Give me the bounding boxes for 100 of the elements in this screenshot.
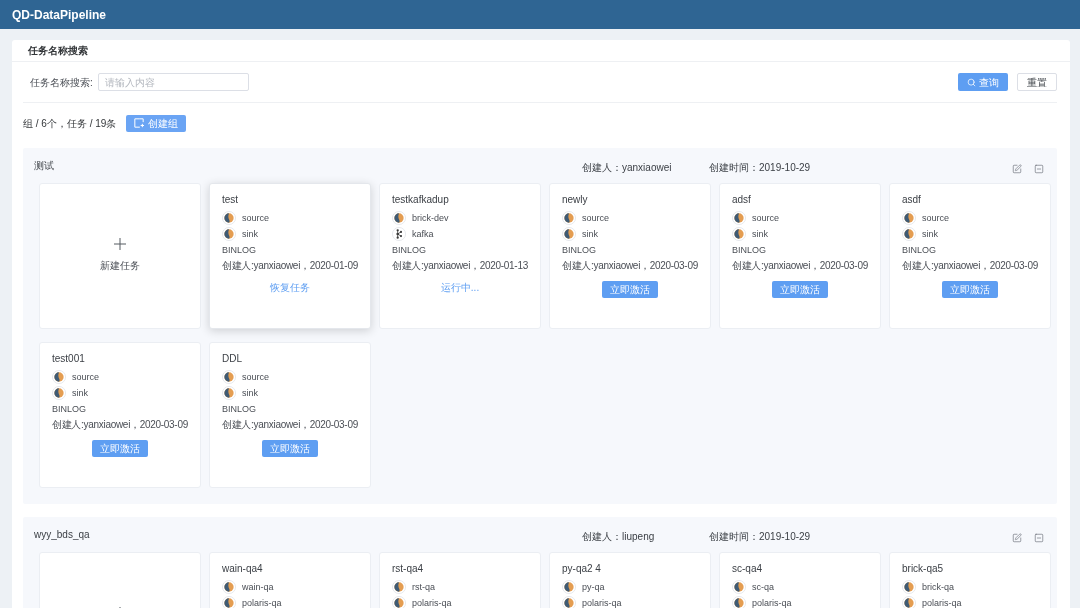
- endpoint-name: sc-qa: [752, 581, 774, 593]
- task-card[interactable]: adsf source sink BINLOG 创建人:yanxiaowei，2020-03-09 立即激活: [719, 183, 881, 329]
- task-name: testkafkadup: [392, 194, 449, 206]
- add-square-icon: [134, 118, 145, 128]
- endpoint-name: kafka: [412, 228, 434, 240]
- sync-type: BINLOG: [902, 244, 936, 257]
- creator-info: 创建人:yanxiaowei，2020-01-09: [222, 259, 358, 273]
- endpoint-name: sink: [242, 387, 258, 399]
- swirl-logo-icon: [902, 596, 916, 608]
- swirl-logo-icon: [732, 227, 746, 241]
- sync-type: BINLOG: [732, 244, 766, 257]
- endpoint-name: brick-qa: [922, 581, 954, 593]
- endpoint-name: rst-qa: [412, 581, 435, 593]
- node-graph-icon: [392, 227, 406, 241]
- sync-type: BINLOG: [392, 244, 426, 257]
- swirl-logo-icon: [732, 596, 746, 608]
- endpoint-name: brick-dev: [412, 212, 449, 224]
- swirl-logo-icon: [562, 211, 576, 225]
- task-card[interactable]: test001 source sink BINLOG 创建人:yanxiaowei，2020-03-09 立即激活: [39, 342, 201, 488]
- endpoint-name: source: [922, 212, 949, 224]
- endpoint-name: py-qa: [582, 581, 605, 593]
- sync-type: BINLOG: [222, 403, 256, 416]
- endpoint-name: polaris-qa: [412, 597, 452, 608]
- task-name: asdf: [902, 194, 921, 206]
- endpoint-name: polaris-qa: [922, 597, 962, 608]
- task-name: brick-qa5: [902, 563, 944, 575]
- endpoint-name: source: [242, 212, 269, 224]
- task-name: test001: [52, 353, 85, 365]
- status-text: 运行中...: [440, 281, 480, 295]
- task-name: wain-qa4: [222, 563, 263, 575]
- task-card[interactable]: rst-qa4 rst-qa polaris-qa: [379, 552, 541, 608]
- task-name: DDL: [222, 353, 242, 365]
- search-icon: [967, 77, 976, 87]
- group-creator: 创建人：liupeng: [582, 530, 655, 542]
- new-task-card[interactable]: 新建任务: [39, 183, 201, 329]
- task-card[interactable]: newly source sink BINLOG 创建人:yanxiaowei，2020-03-09 立即激活: [549, 183, 711, 329]
- panel-title: 任务名称搜索: [28, 44, 88, 58]
- swirl-logo-icon: [392, 596, 406, 608]
- endpoint-name: sink: [242, 228, 258, 240]
- creator-info: 创建人:yanxiaowei，2020-03-09: [562, 259, 698, 273]
- task-card[interactable]: py-qa2 4 py-qa polaris-qa: [549, 552, 711, 608]
- swirl-logo-icon: [562, 596, 576, 608]
- endpoint-name: polaris-qa: [242, 597, 282, 608]
- swirl-logo-icon: [222, 386, 236, 400]
- creator-info: 创建人:yanxiaowei，2020-03-09: [52, 418, 188, 432]
- sync-type: BINLOG: [222, 244, 256, 257]
- swirl-logo-icon: [392, 580, 406, 594]
- endpoint-name: source: [752, 212, 779, 224]
- swirl-logo-icon: [902, 580, 916, 594]
- task-card[interactable]: wain-qa4 wain-qa polaris-qa: [209, 552, 371, 608]
- task-name: py-qa2 4: [562, 563, 601, 575]
- task-card[interactable]: DDL source sink BINLOG 创建人:yanxiaowei，2020-03-09 立即激活: [209, 342, 371, 488]
- sync-type: BINLOG: [52, 403, 86, 416]
- endpoint-name: sink: [922, 228, 938, 240]
- search-label: 任务名称搜索:: [30, 75, 93, 90]
- search-input[interactable]: 请输入内容: [97, 73, 249, 91]
- task-name: sc-qa4: [732, 563, 762, 575]
- sync-type: BINLOG: [562, 244, 596, 257]
- task-card[interactable]: sc-qa4 sc-qa polaris-qa: [719, 552, 881, 608]
- task-card[interactable]: asdf source sink BINLOG 创建人:yanxiaowei，2020-03-09 立即激活: [889, 183, 1051, 329]
- task-name: adsf: [732, 194, 751, 206]
- group-created-time: 创建时间：2019-10-29: [709, 161, 811, 173]
- endpoint-name: sink: [752, 228, 768, 240]
- swirl-logo-icon: [222, 580, 236, 594]
- swirl-logo-icon: [562, 580, 576, 594]
- creator-info: 创建人:yanxiaowei，2020-03-09: [222, 418, 358, 432]
- swirl-logo-icon: [902, 227, 916, 241]
- group-creator: 创建人：yanxiaowei: [582, 161, 672, 173]
- swirl-logo-icon: [732, 211, 746, 225]
- app-title: QD-DataPipeline: [12, 6, 107, 24]
- endpoint-name: wain-qa: [242, 581, 274, 593]
- swirl-logo-icon: [222, 211, 236, 225]
- endpoint-name: source: [582, 212, 609, 224]
- collapse-icon[interactable]: [1034, 163, 1044, 174]
- swirl-logo-icon: [52, 370, 66, 384]
- collapse-icon[interactable]: [1034, 532, 1044, 543]
- edit-icon[interactable]: [1012, 532, 1022, 543]
- creator-info: 创建人:yanxiaowei，2020-03-09: [732, 259, 868, 273]
- task-card[interactable]: brick-qa5 brick-qa polaris-qa: [889, 552, 1051, 608]
- creator-info: 创建人:yanxiaowei，2020-01-13: [392, 259, 528, 273]
- endpoint-name: source: [242, 371, 269, 383]
- creator-info: 创建人:yanxiaowei，2020-03-09: [902, 259, 1038, 273]
- edit-icon[interactable]: [1012, 163, 1022, 174]
- endpoint-name: polaris-qa: [582, 597, 622, 608]
- swirl-logo-icon: [562, 227, 576, 241]
- task-card[interactable]: testkafkadup brick-dev kafka BINLOG 创建人:yanxiaowei，2020-01-13 运行中...: [379, 183, 541, 329]
- swirl-logo-icon: [222, 596, 236, 608]
- swirl-logo-icon: [222, 227, 236, 241]
- swirl-logo-icon: [902, 211, 916, 225]
- endpoint-name: sink: [72, 387, 88, 399]
- reset-button[interactable]: 重置: [1017, 73, 1057, 91]
- plus-icon: [114, 238, 126, 250]
- swirl-logo-icon: [732, 580, 746, 594]
- swirl-logo-icon: [52, 386, 66, 400]
- task-name: rst-qa4: [392, 563, 424, 575]
- task-name: newly: [562, 194, 588, 206]
- group-name: wyy_bds_qa: [34, 528, 91, 542]
- summary-text: 组 / 6个，任务 / 19条: [23, 116, 117, 131]
- endpoint-name: polaris-qa: [752, 597, 792, 608]
- task-card[interactable]: test source sink BINLOG 创建人:yanxiaowei，2020-01-09 恢复任务: [209, 183, 371, 329]
